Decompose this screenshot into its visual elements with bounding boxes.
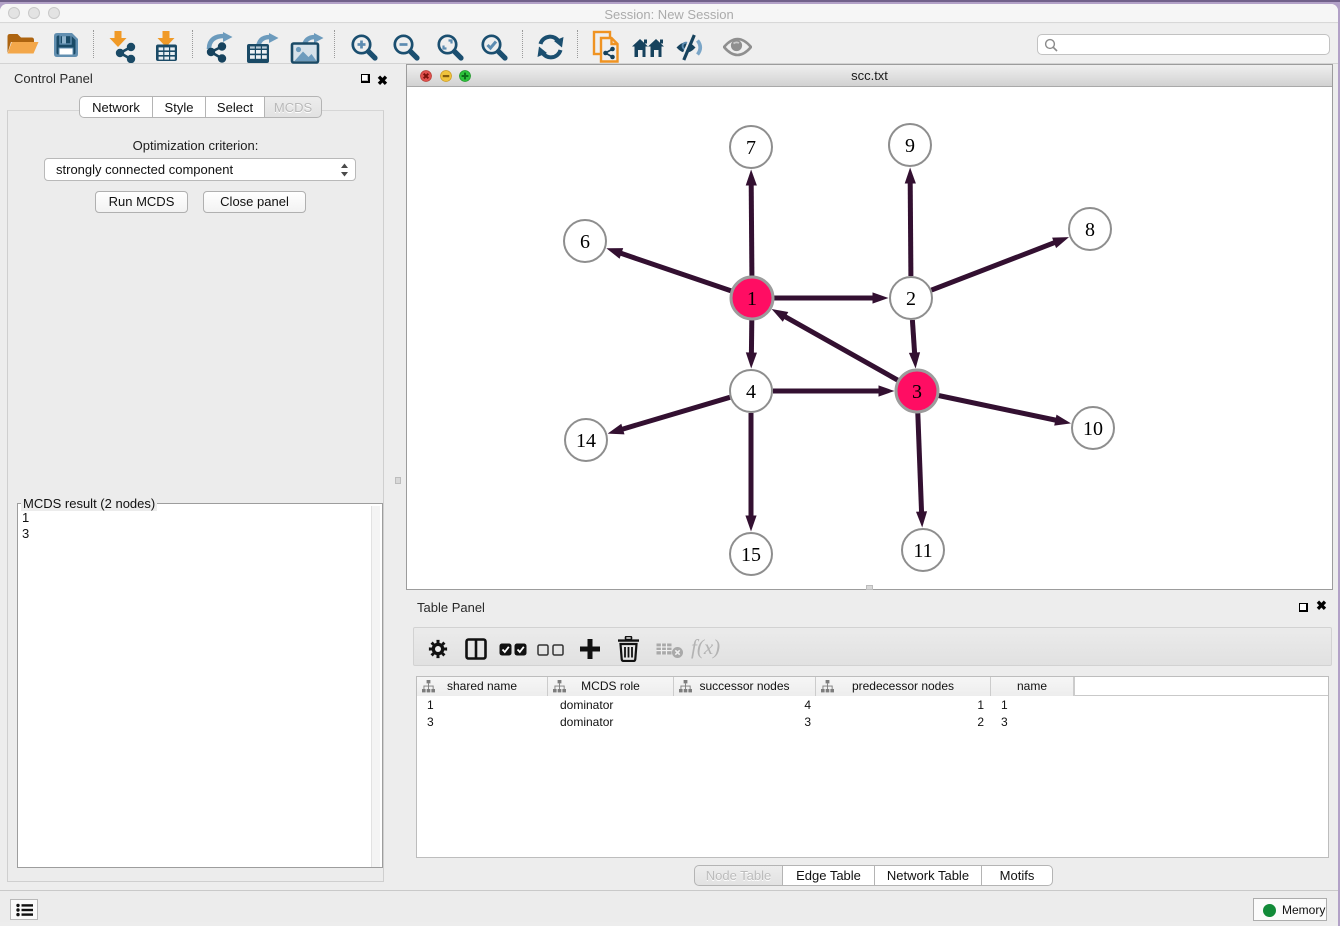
- svg-text:11: 11: [913, 540, 932, 562]
- svg-text:15: 15: [741, 544, 761, 566]
- svg-text:9: 9: [905, 135, 915, 157]
- svg-text:4: 4: [746, 381, 756, 403]
- svg-text:7: 7: [746, 137, 756, 159]
- svg-text:6: 6: [580, 231, 590, 253]
- svg-text:10: 10: [1083, 418, 1103, 440]
- svg-text:14: 14: [576, 430, 596, 452]
- svg-text:1: 1: [747, 288, 757, 310]
- svg-text:3: 3: [912, 381, 922, 403]
- svg-text:2: 2: [906, 288, 916, 310]
- svg-text:8: 8: [1085, 219, 1095, 241]
